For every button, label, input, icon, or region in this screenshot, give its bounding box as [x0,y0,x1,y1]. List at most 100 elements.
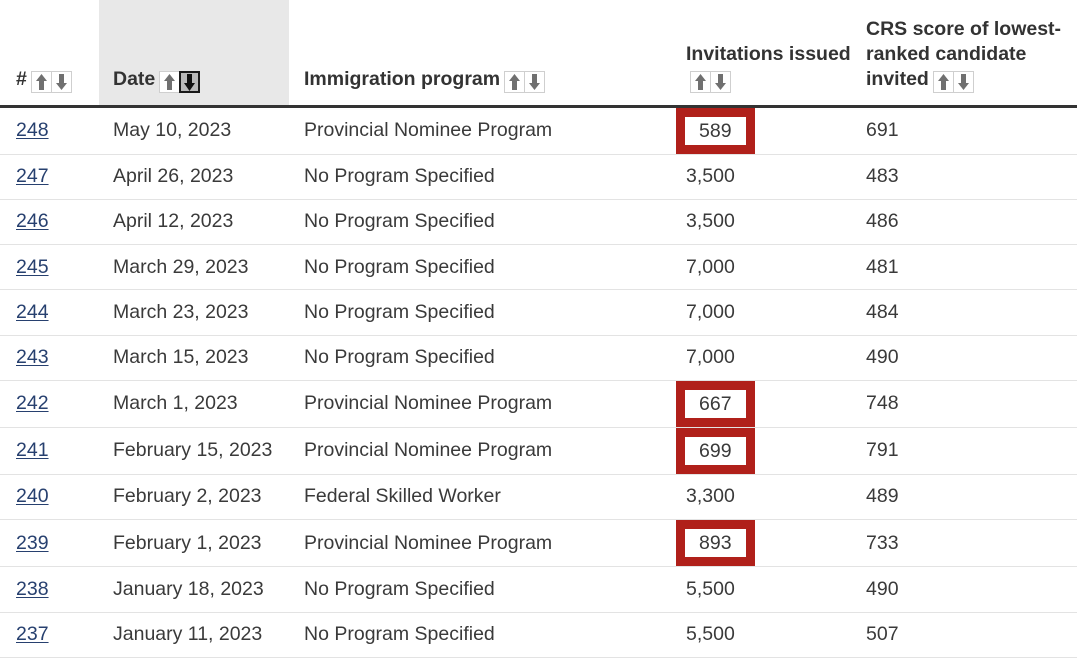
table-row: 248 May 10, 2023 Provincial Nominee Progra… [0,106,1077,155]
cell-immigration-program: No Program Specified [289,199,664,246]
sort-descending-immigration-program-button[interactable] [524,71,546,94]
cell-invitations-issued: 3,500 [664,199,854,246]
cell-invitations-issued: 3,300 [664,474,854,521]
cell-invitations-issued: 7,000 [664,289,854,336]
cell-invitations-issued: 7,000 [664,244,854,291]
round-number-link[interactable]: 248 [16,119,49,141]
sort-controls-invitations-issued [690,70,731,95]
cell-immigration-program: No Program Specified [289,244,664,291]
cell-round-number: 248 [0,106,99,155]
cell-crs-score: 748 [854,380,1077,428]
table-header: # Date Immigration program Invitations i… [0,0,1077,108]
cell-date: January 18, 2023 [99,566,289,613]
cell-date: February 15, 2023 [99,427,289,475]
cell-immigration-program: Provincial Nominee Program [289,519,664,568]
sort-descending-date-button[interactable] [179,71,201,94]
cell-date: February 2, 2023 [99,474,289,521]
cell-invitations-issued: 893 [664,519,854,568]
cell-invitations-issued: 589 [664,106,854,155]
invitations-issued-value: 7,000 [686,346,735,369]
table-row: 247 April 26, 2023 No Program Specified 3,5… [0,154,1077,200]
round-number-link[interactable]: 245 [16,256,49,278]
round-number-link[interactable]: 246 [16,210,49,232]
round-number-link[interactable]: 247 [16,165,49,187]
cell-date: March 1, 2023 [99,380,289,428]
cell-date: March 29, 2023 [99,244,289,291]
table-body: 248 May 10, 2023 Provincial Nominee Progra… [0,106,1077,658]
cell-immigration-program: Provincial Nominee Program [289,380,664,428]
round-number-link[interactable]: 244 [16,301,49,323]
cell-invitations-issued: 667 [664,380,854,428]
table-row: 237 January 11, 2023 No Program Specified 5… [0,612,1077,658]
sort-descending-invitations-issued-button[interactable] [710,71,731,94]
round-number-link[interactable]: 239 [16,532,49,554]
table-row: 244 March 23, 2023 No Program Specified 7,0… [0,289,1077,336]
cell-round-number: 245 [0,244,99,291]
sort-ascending-immigration-program-button[interactable] [504,71,526,94]
invitations-issued-value: 5,500 [686,577,735,600]
table-row: 238 January 18, 2023 No Program Specified 5… [0,566,1077,613]
cell-crs-score: 489 [854,474,1077,521]
express-entry-rounds-table-container: # Date Immigration program Invitations i… [0,0,1077,664]
invitations-issued-highlight-box: 893 [676,520,755,567]
cell-immigration-program: No Program Specified [289,566,664,613]
cell-crs-score: 486 [854,199,1077,246]
cell-date: February 1, 2023 [99,519,289,568]
cell-round-number: 238 [0,566,99,613]
sort-ascending-crs-score-button[interactable] [932,71,954,94]
cell-invitations-issued: 5,500 [664,612,854,658]
table-header-row: # Date Immigration program Invitations i… [0,0,1077,108]
table-row: 239 February 1, 2023 Provincial Nominee Pr… [0,519,1077,568]
cell-crs-score: 791 [854,427,1077,475]
round-number-link[interactable]: 242 [16,392,49,414]
sort-controls-crs-score [932,70,974,95]
cell-invitations-issued: 5,500 [664,566,854,613]
express-entry-rounds-table: # Date Immigration program Invitations i… [0,0,1077,658]
cell-round-number: 237 [0,612,99,658]
cell-immigration-program: No Program Specified [289,289,664,336]
cell-round-number: 246 [0,199,99,246]
column-header-number: # [0,0,99,108]
cell-round-number: 242 [0,380,99,428]
invitations-issued-value: 3,500 [686,210,735,233]
invitations-issued-value: 3,300 [686,485,735,508]
sort-ascending-invitations-issued-button[interactable] [690,71,711,94]
sort-controls-immigration-program [504,70,546,95]
column-header-immigration-program: Immigration program [289,0,664,108]
cell-date: March 23, 2023 [99,289,289,336]
cell-crs-score: 483 [854,154,1077,200]
cell-crs-score: 490 [854,335,1077,381]
round-number-link[interactable]: 237 [16,623,49,645]
cell-round-number: 243 [0,335,99,381]
table-row: 242 March 1, 2023 Provincial Nominee Progr… [0,380,1077,428]
cell-immigration-program: No Program Specified [289,154,664,200]
sort-ascending-date-button[interactable] [159,71,181,94]
table-row: 245 March 29, 2023 No Program Specified 7,0… [0,244,1077,291]
round-number-link[interactable]: 241 [16,439,49,461]
cell-date: April 12, 2023 [99,199,289,246]
sort-descending-number-button[interactable] [50,71,72,94]
cell-crs-score: 490 [854,566,1077,613]
round-number-link[interactable]: 243 [16,346,49,368]
cell-immigration-program: Provincial Nominee Program [289,427,664,475]
column-header-date-label: Date [113,67,156,90]
cell-round-number: 241 [0,427,99,475]
round-number-link[interactable]: 240 [16,485,49,507]
cell-crs-score: 691 [854,106,1077,155]
sort-descending-crs-score-button[interactable] [952,71,974,94]
column-header-immigration-program-label: Immigration program [304,67,501,90]
table-row: 243 March 15, 2023 No Program Specified 7,0… [0,335,1077,381]
sort-ascending-number-button[interactable] [30,71,52,94]
cell-invitations-issued: 7,000 [664,335,854,381]
cell-date: March 15, 2023 [99,335,289,381]
invitations-issued-value: 5,500 [686,623,735,646]
cell-invitations-issued: 699 [664,427,854,475]
invitations-issued-value: 7,000 [686,300,735,323]
cell-immigration-program: Provincial Nominee Program [289,106,664,155]
cell-immigration-program: No Program Specified [289,612,664,658]
sort-controls-number [30,70,72,95]
invitations-issued-highlight-box: 667 [676,380,755,427]
round-number-link[interactable]: 238 [16,578,49,600]
column-header-invitations-issued: Invitations issued [664,0,854,108]
cell-crs-score: 507 [854,612,1077,658]
